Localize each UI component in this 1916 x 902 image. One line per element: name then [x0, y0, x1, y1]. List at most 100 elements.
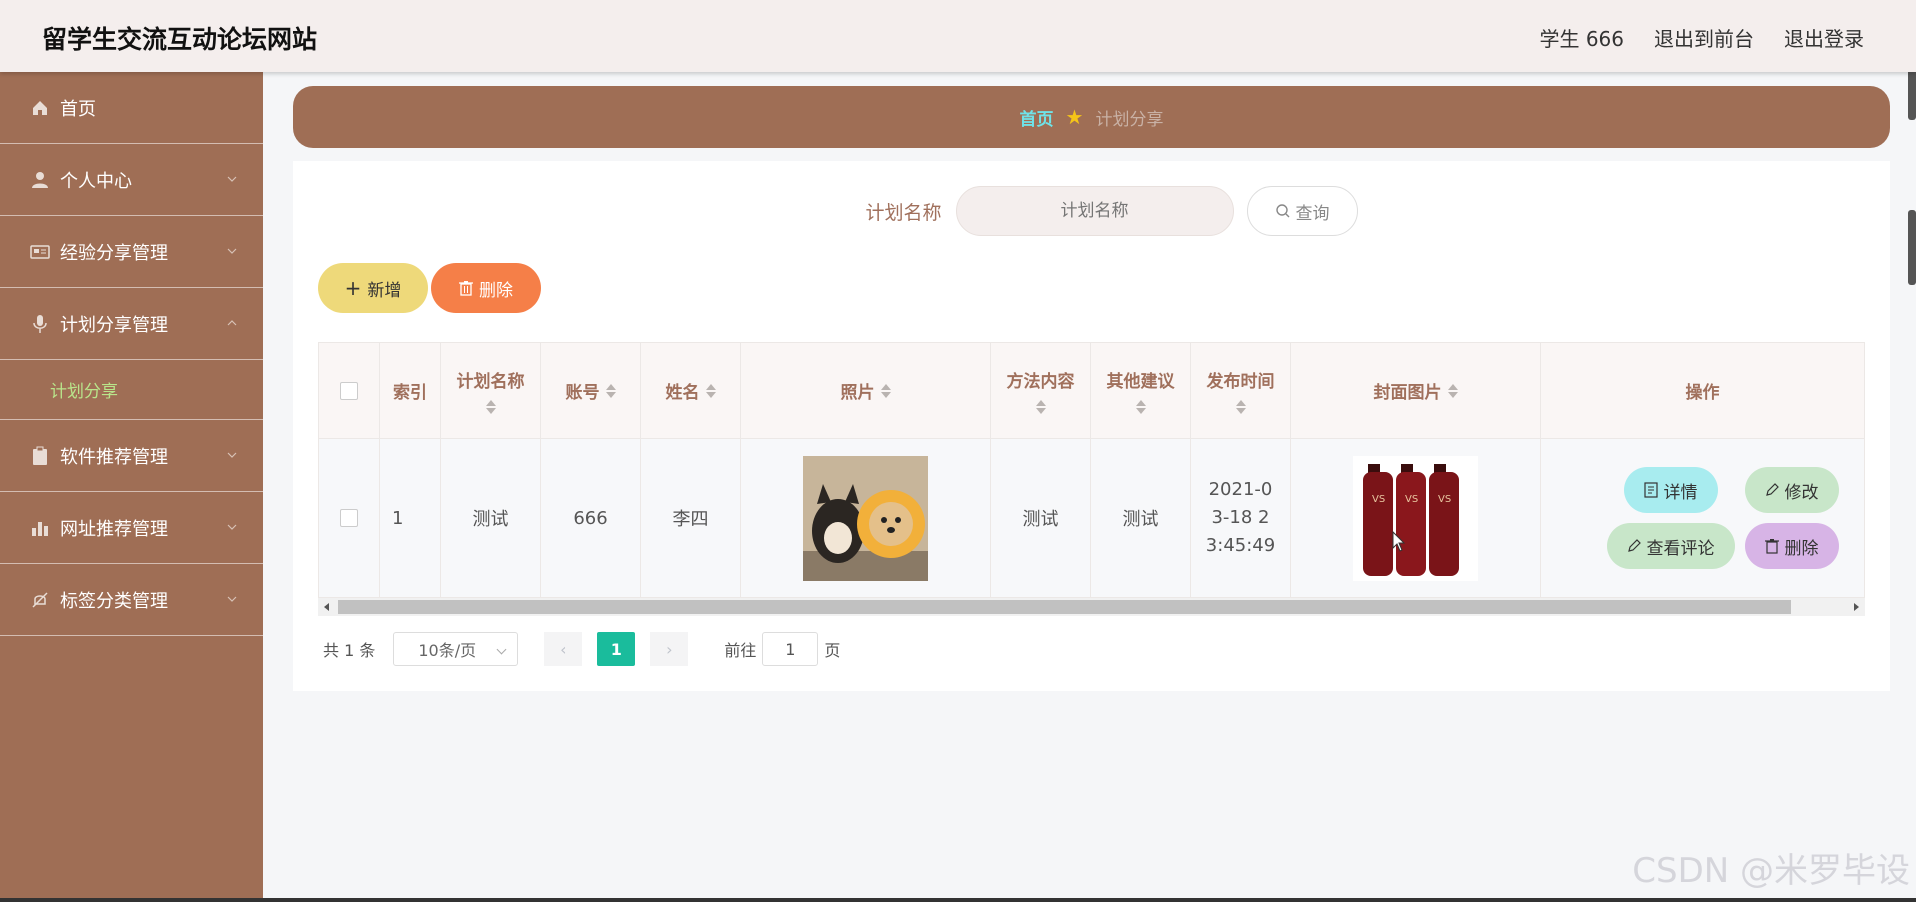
toolbar: + 新增 删除 — [318, 263, 541, 313]
sidebar-item-plan-share[interactable]: 计划分享管理 — [0, 288, 263, 360]
row-checkbox[interactable] — [340, 509, 358, 527]
add-button[interactable]: + 新增 — [318, 263, 428, 313]
detail-button-label: 详情 — [1663, 482, 1698, 503]
watermark: CSDN @米罗毕设 — [1632, 851, 1910, 891]
column-header-label: 其他建议 — [1106, 372, 1175, 392]
edit-icon — [1765, 483, 1779, 496]
next-page-button[interactable]: › — [650, 632, 689, 666]
breadcrumb-home[interactable]: 首页 — [1020, 105, 1054, 130]
sidebar-item-personal-center[interactable]: 个人中心 — [0, 144, 263, 216]
sidebar-item-label: 个人中心 — [60, 170, 132, 192]
sort-icon — [1235, 400, 1246, 414]
goto-page-input[interactable] — [762, 632, 819, 666]
search-button[interactable]: 查询 — [1246, 186, 1358, 236]
sort-icon — [605, 383, 616, 398]
sidebar-item-software[interactable]: 软件推荐管理 — [0, 420, 263, 492]
chevron-up-icon — [227, 320, 237, 326]
sidebar-item-label: 网址推荐管理 — [60, 518, 168, 540]
detail-button[interactable]: 详情 — [1623, 467, 1718, 513]
search-button-label: 查询 — [1295, 203, 1330, 224]
column-header-sortable[interactable]: 其他建议 — [1091, 343, 1191, 438]
sidebar-item-website[interactable]: 网址推荐管理 — [0, 492, 263, 564]
prev-page-button[interactable]: ‹ — [544, 632, 583, 666]
delete-row-button[interactable]: 删除 — [1744, 523, 1839, 569]
delete-button-label: 删除 — [479, 280, 513, 301]
sidebar-subitem-plan-share[interactable]: 计划分享 — [0, 360, 263, 420]
photo-thumbnail[interactable] — [803, 455, 928, 581]
pagination: 共 1 条 10条/页 ‹ 1 › 前往 页 — [323, 632, 840, 666]
card-icon — [30, 242, 50, 262]
scroll-thumb[interactable] — [338, 600, 1791, 614]
page-size-select[interactable]: 10条/页 — [393, 632, 519, 666]
column-header-sortable[interactable]: 照片 — [741, 343, 991, 438]
cell-method: 测试 — [991, 439, 1091, 597]
page-number-current[interactable]: 1 — [597, 632, 636, 666]
sidebar-item-label: 软件推荐管理 — [60, 446, 168, 468]
cell-name: 李四 — [641, 439, 741, 597]
column-header: 操作 — [1685, 383, 1720, 403]
column-header-sortable[interactable]: 发布时间 — [1191, 343, 1291, 438]
bar-chart-icon — [30, 518, 50, 538]
sidebar-item-label: 首页 — [60, 98, 96, 120]
exit-to-front-link[interactable]: 退出到前台 — [1654, 23, 1754, 52]
bell-off-icon — [30, 590, 50, 610]
cover-thumbnail[interactable]: VS VS VS — [1353, 455, 1478, 581]
search-icon — [1275, 204, 1289, 218]
clipboard-icon — [30, 446, 50, 466]
column-header-sortable[interactable]: 账号 — [541, 343, 641, 438]
add-button-label: 新增 — [367, 280, 402, 301]
sidebar: 首页 个人中心 经验分享管理 计划分享管理 计划分享 软件推荐管理 网址推荐管理 — [0, 72, 263, 902]
horizontal-scrollbar[interactable] — [318, 598, 1865, 616]
data-table: 索引 计划名称 账号 姓名 照片 方法内容 其他建议 发布时间 封面图片 操作 … — [318, 342, 1865, 598]
total-count: 共 1 条 — [323, 641, 376, 660]
trash-icon — [1764, 539, 1779, 554]
cell-photo — [741, 439, 991, 597]
svg-text:VS: VS — [1372, 494, 1385, 505]
select-all-cell — [319, 343, 380, 438]
search-bar: 计划名称 查询 — [293, 186, 1890, 236]
sort-icon — [705, 383, 716, 398]
column-header-label: 计划名称 — [456, 372, 525, 392]
cell-plan-name: 测试 — [441, 439, 541, 597]
scroll-right-icon[interactable] — [1854, 603, 1859, 611]
row-select-cell — [319, 439, 380, 597]
home-icon — [30, 98, 50, 118]
chevron-down-icon — [496, 644, 507, 655]
column-header-sortable[interactable]: 方法内容 — [991, 343, 1091, 438]
sidebar-item-tags[interactable]: 标签分类管理 — [0, 564, 263, 636]
column-header-sortable[interactable]: 封面图片 — [1291, 343, 1541, 438]
trash-icon — [459, 281, 473, 296]
cell-operations: 详情 修改 查看评论 删除 — [1541, 439, 1864, 597]
sidebar-item-label: 计划分享管理 — [60, 314, 168, 336]
sort-icon — [1035, 400, 1046, 414]
sort-icon — [485, 400, 496, 414]
batch-delete-button[interactable]: 删除 — [431, 263, 541, 313]
vertical-scrollbar-thumb[interactable] — [1908, 210, 1916, 285]
sidebar-item-experience[interactable]: 经验分享管理 — [0, 216, 263, 288]
sidebar-item-label: 经验分享管理 — [60, 242, 168, 264]
current-user[interactable]: 学生 666 — [1539, 23, 1624, 52]
bottom-edge — [0, 898, 1916, 902]
scroll-left-icon[interactable] — [324, 603, 329, 611]
sidebar-item-home[interactable]: 首页 — [0, 72, 263, 144]
column-header-sortable[interactable]: 计划名称 — [441, 343, 541, 438]
search-input[interactable] — [955, 186, 1234, 236]
view-comments-button-label: 查看评论 — [1646, 538, 1715, 559]
edit-button[interactable]: 修改 — [1744, 467, 1839, 513]
svg-text:VS: VS — [1438, 494, 1451, 505]
main-panel: 计划名称 查询 + 新增 删除 索引 计划名称 账号 — [293, 161, 1890, 691]
select-all-checkbox[interactable] — [340, 381, 358, 400]
edit-icon — [1627, 539, 1641, 552]
delete-row-button-label: 删除 — [1784, 538, 1819, 559]
logout-link[interactable]: 退出登录 — [1784, 23, 1864, 52]
chevron-left-icon: ‹ — [560, 639, 567, 659]
edit-button-label: 修改 — [1784, 482, 1819, 503]
cell-suggestion: 测试 — [1091, 439, 1191, 597]
column-header: 索引 — [380, 343, 441, 438]
view-comments-button[interactable]: 查看评论 — [1606, 523, 1735, 569]
goto-label: 前往 — [724, 641, 757, 660]
cell-cover-image: VS VS VS — [1291, 439, 1541, 597]
sort-icon — [880, 383, 891, 398]
column-header-sortable[interactable]: 姓名 — [641, 343, 741, 438]
cell-account: 666 — [541, 439, 641, 597]
